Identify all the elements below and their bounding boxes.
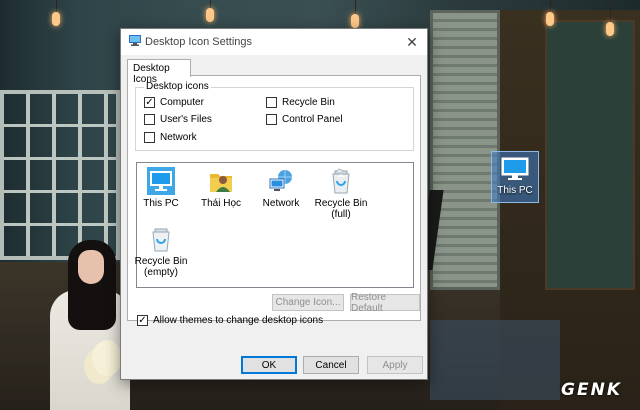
wallpaper-light [206,8,214,22]
wallpaper-floor [430,320,560,400]
apply-button[interactable]: Apply [367,356,423,374]
wallpaper-light [351,14,359,28]
tab-desktop-icons[interactable]: Desktop Icons [127,59,191,85]
monitor-icon [501,157,529,180]
recycle-bin-full-icon [327,167,355,195]
recycle-bin-empty-icon [147,225,175,253]
wallpaper-door [545,20,635,290]
checkbox-computer[interactable]: ✓ Computer [144,97,204,108]
checkbox-label: User's Files [160,114,212,125]
checkbox-label: Control Panel [282,114,343,125]
wallpaper-wire [610,0,611,22]
wallpaper-light [606,22,614,36]
list-item-label: Network [262,198,300,209]
list-item-user-files[interactable]: Thái Học [189,167,253,209]
network-icon [267,167,295,195]
list-item-label: Recycle Bin (full) [314,198,368,220]
checkbox-label: Recycle Bin [282,97,335,108]
ok-button[interactable]: OK [241,356,297,374]
wallpaper-grille [0,90,120,260]
desktop-icons-group: Desktop icons ✓ Computer Recycle Bin Use… [135,81,414,151]
checkbox-network[interactable]: Network [144,132,197,143]
list-item-recycle-bin-empty[interactable]: Recycle Bin (empty) [129,225,193,278]
icon-list[interactable]: This PC Thái Học Network Recycle Bin (fu… [135,162,414,288]
cancel-button[interactable]: Cancel [303,356,359,374]
checkbox-box[interactable] [144,114,155,125]
restore-default-button[interactable]: Restore Default [350,292,420,314]
checkbox-box[interactable] [266,97,277,108]
list-item-recycle-bin-full[interactable]: Recycle Bin (full) [309,167,373,220]
change-icon-button[interactable]: Change Icon... [272,294,344,311]
wallpaper-light [52,12,60,26]
checkbox-box[interactable] [266,114,277,125]
checkbox-box[interactable] [144,132,155,143]
wallpaper-woman-face [78,250,104,284]
wallpaper-shutter [430,10,500,290]
desktop-icon-label: This PC [497,185,533,196]
list-item-label: This PC [143,198,179,209]
checkbox-recycle-bin[interactable]: Recycle Bin [266,97,335,108]
checkbox-label: Allow themes to change desktop icons [153,315,324,326]
list-item-this-pc[interactable]: This PC [129,167,193,209]
list-item-network[interactable]: Network [249,167,313,209]
checkbox-users-files[interactable]: User's Files [144,114,212,125]
desktop-icon-this-pc[interactable]: This PC [491,151,539,203]
desktop-settings-icon [129,35,141,49]
wallpaper-flowers [92,340,122,376]
watermark-logo: GENK [561,380,622,400]
list-item-label: Thái Học [200,198,241,209]
tab-panel: Desktop icons ✓ Computer Recycle Bin Use… [127,75,421,321]
checkbox-label: Network [160,132,197,143]
wallpaper-light [546,12,554,26]
checkbox-box[interactable]: ✓ [144,97,155,108]
checkbox-label: Computer [160,97,204,108]
checkbox-box[interactable]: ✓ [137,315,148,326]
checkbox-control-panel[interactable]: Control Panel [266,114,343,125]
list-item-label: Recycle Bin (empty) [134,256,188,278]
dialog-title: Desktop Icon Settings [145,36,253,48]
close-icon: ✕ [406,33,418,50]
desktop-icon-settings-dialog: Desktop Icon Settings ✕ Desktop Icons De… [120,28,428,380]
title-bar[interactable]: Desktop Icon Settings ✕ [121,29,427,55]
checkbox-allow-themes[interactable]: ✓ Allow themes to change desktop icons [137,315,323,326]
user-folder-icon [207,167,235,195]
monitor-icon [147,167,175,195]
close-button[interactable]: ✕ [397,29,427,55]
